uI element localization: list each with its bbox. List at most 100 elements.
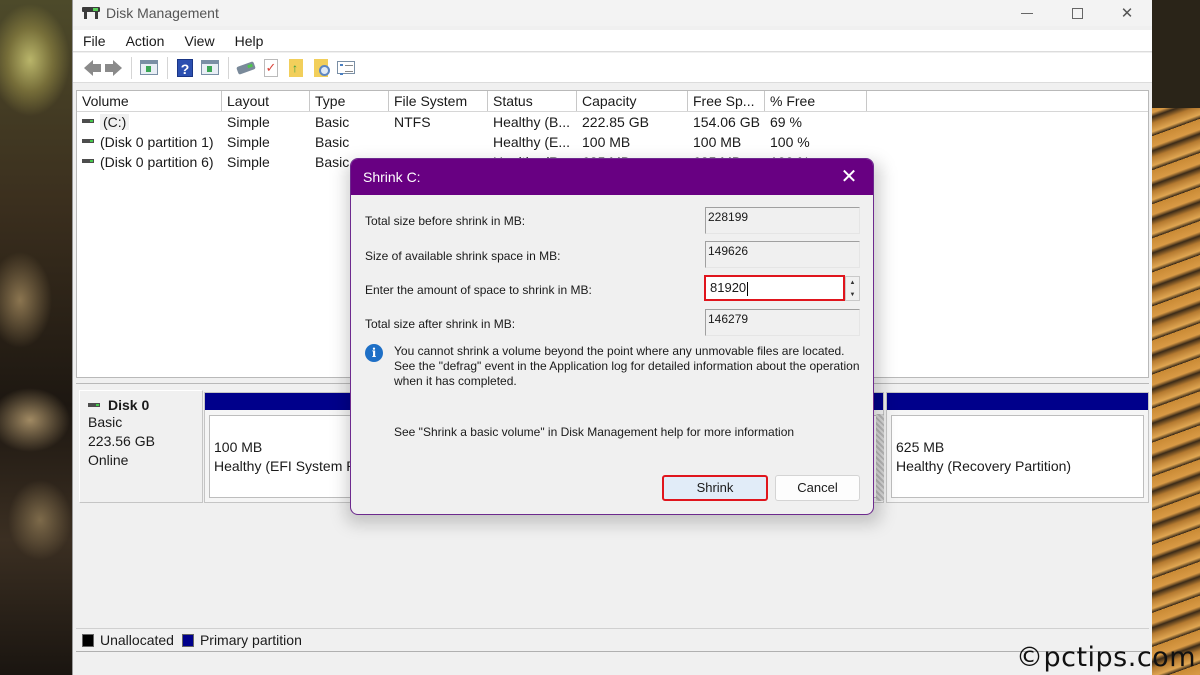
cell-volume: (C:) <box>77 112 222 132</box>
show-hide-console-tree-button[interactable] <box>138 57 160 79</box>
cell-percent-free: 100 % <box>770 134 810 150</box>
shrink-amount-spinner[interactable]: ▲ ▼ <box>845 276 860 301</box>
folder-up-button[interactable] <box>285 57 307 79</box>
cell-free-space: 154.06 GB <box>693 114 760 130</box>
folder-up-icon <box>289 58 303 77</box>
column-status[interactable]: Status <box>488 91 577 111</box>
back-button[interactable] <box>77 57 101 79</box>
cell-file-system: NTFS <box>394 114 431 130</box>
check-button[interactable]: ✓ <box>260 57 282 79</box>
column-file-system[interactable]: File System <box>389 91 488 111</box>
menu-file[interactable]: File <box>73 30 116 52</box>
disk-icon <box>88 403 100 407</box>
spin-down-icon[interactable]: ▼ <box>846 289 859 301</box>
disk-type: Basic <box>88 414 123 430</box>
table-row[interactable]: (C:) Simple Basic NTFS Healthy (B... 222… <box>77 112 1148 132</box>
toolbar-separator <box>167 56 168 79</box>
minimize-icon <box>1021 12 1033 14</box>
partition-status: Healthy (Recovery Partition) <box>896 458 1072 474</box>
shrink-amount-label: Enter the amount of space to shrink in M… <box>365 283 592 297</box>
dialog-title-bar: Shrink C: ✕ <box>351 159 873 195</box>
cell-volume: (Disk 0 partition 6) <box>77 152 222 172</box>
title-bar: Disk Management ✕ <box>73 0 1152 26</box>
unallocated-swatch <box>82 633 94 647</box>
disk-management-app-icon <box>82 6 100 20</box>
table-row[interactable]: (Disk 0 partition 1) Simple Basic Health… <box>77 132 1148 152</box>
properties-button[interactable] <box>335 57 357 79</box>
legend-primary-partition: Primary partition <box>199 632 302 648</box>
volume-icon <box>82 119 94 124</box>
cell-capacity: 100 MB <box>582 134 631 150</box>
close-window-button[interactable]: ✕ <box>1102 0 1152 26</box>
cell-capacity: 222.85 GB <box>582 114 649 130</box>
primary-partition-bar <box>887 393 1148 410</box>
spin-up-icon[interactable]: ▲ <box>846 277 859 289</box>
toolbar-separator <box>228 56 229 79</box>
shrink-button[interactable]: Shrink <box>662 475 768 501</box>
show-hide-action-pane-button[interactable] <box>199 57 221 79</box>
column-layout[interactable]: Layout <box>222 91 310 111</box>
cell-layout: Simple <box>227 114 270 130</box>
total-size-before-label: Total size before shrink in MB: <box>365 214 526 228</box>
cell-percent-free: 69 % <box>770 114 802 130</box>
connect-disk-icon <box>236 60 256 75</box>
column-volume[interactable]: Volume <box>77 91 222 111</box>
toolbar: ? ✓ <box>73 53 1152 83</box>
column-free-space[interactable]: Free Sp... <box>688 91 765 111</box>
minimize-button[interactable] <box>1002 0 1052 26</box>
cell-free-space: 100 MB <box>693 134 742 150</box>
partition-recovery[interactable]: 625 MB Healthy (Recovery Partition) <box>886 392 1149 503</box>
cell-status: Healthy (E... <box>493 134 571 150</box>
folder-search-button[interactable] <box>310 57 332 79</box>
menu-action[interactable]: Action <box>116 30 175 52</box>
console-tree-icon <box>140 60 158 75</box>
column-percent-free[interactable]: % Free <box>765 91 867 111</box>
partition-size: 625 MB <box>896 439 945 455</box>
disk-size: 223.56 GB <box>88 433 155 449</box>
cell-type: Basic <box>315 134 350 150</box>
forward-button[interactable] <box>102 57 124 79</box>
column-header-row: Volume Layout Type File System Status Ca… <box>77 91 1148 112</box>
back-icon <box>83 59 101 76</box>
maximize-button[interactable] <box>1052 0 1102 26</box>
dialog-title: Shrink C: <box>363 169 421 185</box>
text-caret <box>747 281 749 296</box>
help-button[interactable]: ? <box>174 57 196 79</box>
cell-type: Basic <box>315 114 350 130</box>
properties-list-icon <box>337 61 355 75</box>
shrink-dialog: Shrink C: ✕ Total size before shrink in … <box>350 158 874 515</box>
info-message: You cannot shrink a volume beyond the po… <box>394 344 860 388</box>
column-filler <box>867 91 1148 111</box>
column-type[interactable]: Type <box>310 91 389 111</box>
cell-layout: Simple <box>227 154 270 170</box>
volume-icon <box>82 139 94 144</box>
background-photo-right <box>1152 0 1200 675</box>
volume-icon <box>82 159 94 164</box>
maximize-icon <box>1071 7 1083 19</box>
action-pane-icon <box>201 60 219 75</box>
total-size-before-value: 228199 <box>705 207 860 234</box>
menu-bar: File Action View Help <box>73 30 1152 52</box>
cell-status: Healthy (B... <box>493 114 571 130</box>
cell-layout: Simple <box>227 134 270 150</box>
help-icon: ? <box>177 58 193 77</box>
connect-disk-button[interactable] <box>235 57 257 79</box>
menu-help[interactable]: Help <box>225 30 274 52</box>
total-size-after-value: 146279 <box>705 309 860 336</box>
disk-name: Disk 0 <box>108 397 150 413</box>
shrink-amount-input[interactable]: 81920 <box>704 275 845 301</box>
close-icon: ✕ <box>1120 5 1134 22</box>
disk-0-label[interactable]: Disk 0 Basic 223.56 GB Online <box>79 390 203 503</box>
dialog-close-button[interactable]: ✕ <box>837 167 861 187</box>
background-photo-left <box>0 0 72 675</box>
legend-unallocated: Unallocated <box>100 632 174 648</box>
column-capacity[interactable]: Capacity <box>577 91 688 111</box>
info-icon: i <box>365 344 383 362</box>
primary-partition-swatch <box>181 633 194 647</box>
forward-icon <box>104 59 122 76</box>
cancel-button[interactable]: Cancel <box>775 475 860 501</box>
folder-search-icon <box>314 58 330 77</box>
total-size-after-label: Total size after shrink in MB: <box>365 317 516 331</box>
menu-view[interactable]: View <box>174 30 224 52</box>
watermark: ©pctips.com <box>1015 642 1196 673</box>
